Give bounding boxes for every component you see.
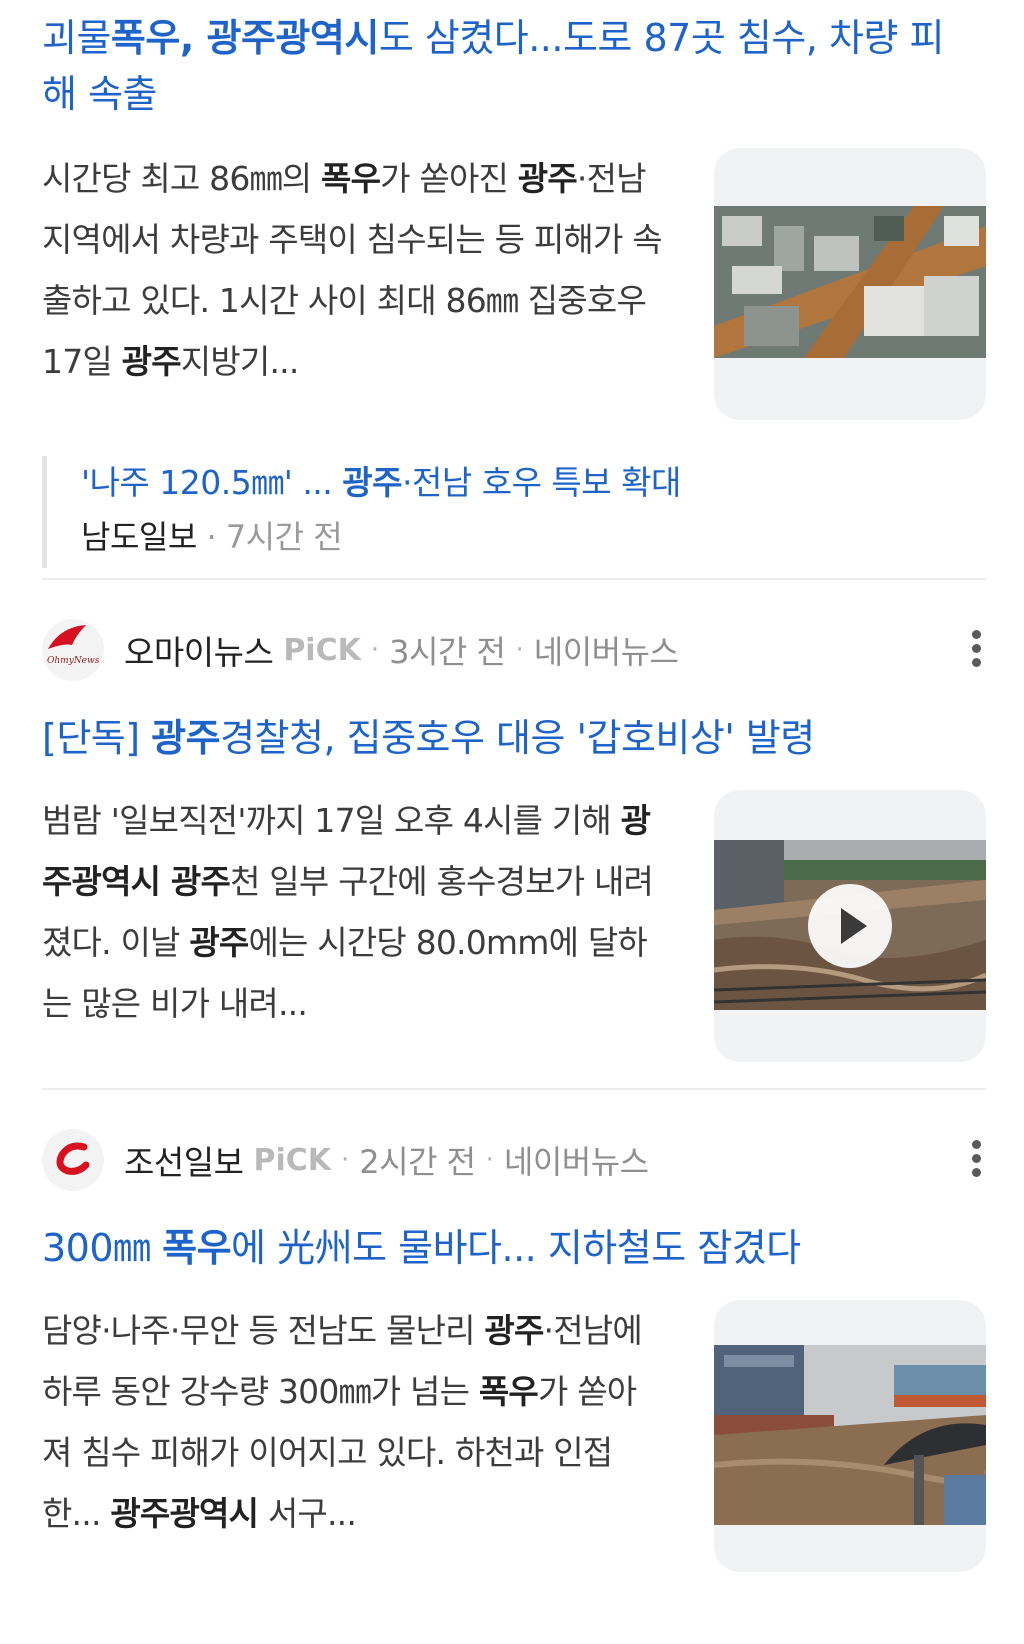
article-2-source-row: OhmyNews 오마이뉴스 PiCK · 3시간 전 · 네이버뉴스 [42, 618, 986, 682]
highlighted-keyword: 광주 [517, 159, 578, 198]
article-2-thumbnail[interactable] [714, 790, 986, 1062]
aerial-flooded-city-photo [714, 206, 986, 358]
article-2-platform[interactable]: 네이버뉴스 [534, 627, 679, 673]
article-2-snippet[interactable]: 범람 '일보직전'까지 17일 오후 4시를 기해 광주광역시 광주천 일부 구… [42, 790, 662, 1034]
separator-dot: · [370, 635, 380, 665]
article-3-headline[interactable]: 300㎜ 폭우에 光州도 물바다... 지하철도 잠겼다 [42, 1220, 972, 1276]
separator-dot: · [515, 635, 524, 665]
pick-badge: PiCK [253, 1142, 331, 1178]
highlighted-keyword: 폭우, 광주광역시 [110, 16, 379, 60]
related-source: 남도일보 [81, 518, 197, 556]
text-segment: [단독] [42, 716, 152, 760]
pick-badge: PiCK [283, 632, 361, 668]
news-card-1: 괴물폭우, 광주광역시도 삼켰다...도로 87곳 침수, 차량 피해 속출 시… [0, 0, 1024, 580]
text-segment: 서구... [258, 1494, 357, 1533]
article-3-platform[interactable]: 네이버뉴스 [504, 1137, 649, 1183]
svg-text:OhmyNews: OhmyNews [47, 656, 100, 666]
article-3-source-row: 조선일보 PiCK · 2시간 전 · 네이버뉴스 [42, 1128, 986, 1192]
play-icon[interactable] [808, 884, 892, 968]
highlighted-keyword: 광주 [151, 716, 221, 760]
highlighted-keyword: 광주 [342, 463, 403, 502]
more-options-icon[interactable] [966, 1136, 986, 1184]
text-segment: 가 쏟아진 [380, 159, 518, 198]
text-segment: ·전남 호우 특보 확대 [402, 463, 681, 502]
text-segment: 괴물 [42, 16, 111, 60]
highlighted-keyword: 광주 [121, 342, 182, 381]
text-segment: 담양·나주·무안 등 전남도 물난리 [42, 1311, 485, 1350]
related-time: 7시간 전 [225, 518, 343, 556]
ohmynews-logo-icon: OhmyNews [47, 625, 100, 666]
text-segment: 300㎜ [42, 1226, 163, 1270]
flooded-street-umbrella-photo [714, 1345, 986, 1525]
highlighted-keyword: 광주광역시 [110, 1494, 259, 1533]
highlighted-keyword: 폭우 [321, 159, 381, 198]
text-segment: 경찰청, 집중호우 대응 '갑호비상' 발령 [220, 716, 815, 760]
related-article-title[interactable]: '나주 120.5㎜' ... 광주·전남 호우 특보 확대 [81, 456, 942, 510]
chosun-logo[interactable] [42, 1129, 104, 1191]
article-1-headline[interactable]: 괴물폭우, 광주광역시도 삼켰다...도로 87곳 침수, 차량 피해 속출 [42, 10, 972, 122]
ohmynews-logo[interactable]: OhmyNews [42, 619, 104, 681]
article-3-time: 2시간 전 [359, 1143, 476, 1181]
news-card-3: 조선일보 PiCK · 2시간 전 · 네이버뉴스 300㎜ 폭우에 光州도 물… [0, 1090, 1024, 1644]
article-3-source-name[interactable]: 조선일보 [124, 1136, 244, 1184]
related-article-meta: 남도일보 · 7시간 전 [81, 510, 942, 564]
separator-dot: · [341, 1145, 350, 1175]
highlighted-keyword: 광주 [189, 923, 249, 962]
text-segment: 시간당 최고 86㎜의 [42, 159, 322, 198]
article-2-headline[interactable]: [단독] 광주경찰청, 집중호우 대응 '갑호비상' 발령 [42, 710, 972, 766]
article-1-thumbnail[interactable] [714, 148, 986, 420]
chosun-logo-icon [56, 1142, 90, 1175]
article-1-snippet[interactable]: 시간당 최고 86㎜의 폭우가 쏟아진 광주·전남 지역에서 차량과 주택이 침… [42, 148, 663, 392]
related-article[interactable]: '나주 120.5㎜' ... 광주·전남 호우 특보 확대 남도일보 · 7시… [42, 456, 942, 568]
article-3-snippet[interactable]: 담양·나주·무안 등 전남도 물난리 광주·전남에 하루 동안 강수량 300㎜… [42, 1300, 662, 1544]
highlighted-keyword: 폭우 [162, 1226, 232, 1270]
text-segment: '나주 120.5㎜' ... [81, 463, 343, 502]
article-2-time: 3시간 전 [389, 633, 506, 671]
highlighted-keyword: 폭우 [478, 1372, 539, 1411]
article-3-thumbnail[interactable] [714, 1300, 986, 1572]
separator-dot: · [485, 1145, 494, 1175]
news-card-2: OhmyNews 오마이뉴스 PiCK · 3시간 전 · 네이버뉴스 [단독]… [0, 580, 1024, 1090]
article-2-source-name[interactable]: 오마이뉴스 [124, 626, 274, 674]
more-options-icon[interactable] [966, 626, 986, 674]
text-segment: 지방기... [180, 342, 300, 381]
highlighted-keyword: 광주 [484, 1311, 544, 1350]
text-segment: 에 光州도 물바다... 지하철도 잠겼다 [231, 1226, 801, 1270]
text-segment: 범람 '일보직전'까지 17일 오후 4시를 기해 [42, 801, 621, 840]
separator-dot: · [206, 518, 217, 556]
